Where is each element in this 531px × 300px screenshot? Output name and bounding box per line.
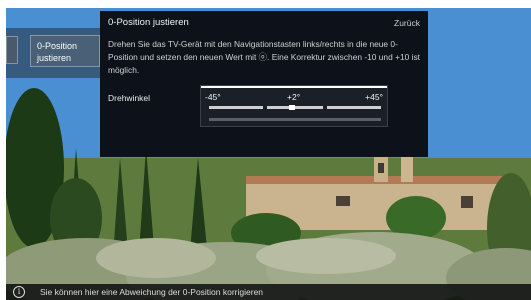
slider-focus-bar: [201, 86, 387, 88]
menu-item-label: 0-Position justieren: [37, 41, 78, 63]
info-bar: i Sie können hier eine Abweichung der 0-…: [6, 284, 531, 300]
slider-value-label: +2°: [287, 92, 301, 102]
slider-base-line: [209, 118, 381, 121]
slider-min-label: -45°: [205, 92, 221, 102]
slider-max-label: +45°: [365, 92, 383, 102]
setting-label: Drehwinkel: [108, 93, 151, 103]
slider-thumb[interactable]: [289, 105, 295, 110]
rotation-slider[interactable]: -45° +2° +45°: [200, 85, 388, 127]
slider-track-right: [327, 106, 381, 109]
back-button[interactable]: Zurück: [394, 18, 420, 28]
info-text: Sie können hier eine Abweichung der 0-Po…: [40, 287, 264, 297]
menu-item-0-position[interactable]: 0-Position justieren: [30, 35, 100, 67]
tv-screen: 0-Position justieren 0-Position justiere…: [6, 8, 531, 300]
dialog-panel: 0-Position justieren Zurück Drehen Sie d…: [100, 11, 428, 157]
sidebar-collapsed-tab[interactable]: [6, 36, 18, 64]
dialog-description: Drehen Sie das TV-Gerät mit den Navigati…: [108, 39, 420, 75]
dialog-title: 0-Position justieren: [108, 17, 189, 28]
slider-track-left: [209, 106, 263, 109]
slider-track-center: [267, 106, 323, 109]
info-icon: i: [13, 286, 25, 298]
